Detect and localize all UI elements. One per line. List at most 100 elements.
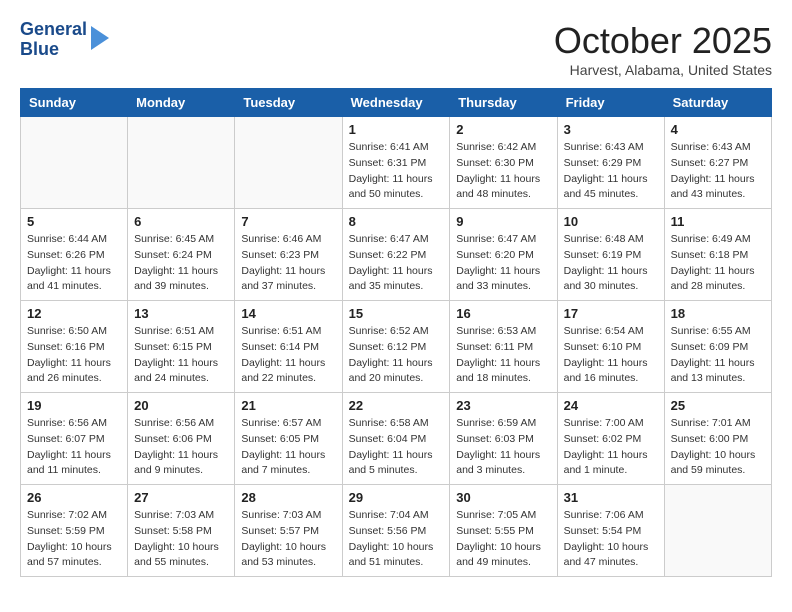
calendar-week-row: 1Sunrise: 6:41 AM Sunset: 6:31 PM Daylig… (21, 117, 772, 209)
day-number: 13 (134, 306, 228, 321)
calendar-empty-cell (21, 117, 128, 209)
calendar-empty-cell (128, 117, 235, 209)
calendar-day-22: 22Sunrise: 6:58 AM Sunset: 6:04 PM Dayli… (342, 393, 450, 485)
day-info: Sunrise: 6:50 AM Sunset: 6:16 PM Dayligh… (27, 324, 121, 387)
day-number: 25 (671, 398, 765, 413)
day-info: Sunrise: 6:47 AM Sunset: 6:22 PM Dayligh… (349, 232, 444, 295)
column-header-wednesday: Wednesday (342, 89, 450, 117)
calendar-day-25: 25 Sunrise: 7:01 AM Sunset: 6:00 PM Dayli… (664, 393, 771, 485)
calendar-empty-cell (664, 485, 771, 577)
calendar-day-15: 15Sunrise: 6:52 AM Sunset: 6:12 PM Dayli… (342, 301, 450, 393)
day-number: 28 (241, 490, 335, 505)
day-number: 23 (456, 398, 550, 413)
day-number: 15 (349, 306, 444, 321)
day-number: 11 (671, 214, 765, 229)
day-number: 6 (134, 214, 228, 229)
day-info: Sunrise: 6:54 AM Sunset: 6:10 PM Dayligh… (564, 324, 658, 387)
column-header-tuesday: Tuesday (235, 89, 342, 117)
day-info: Sunrise: 6:48 AM Sunset: 6:19 PM Dayligh… (564, 232, 658, 295)
day-info: Sunrise: 7:06 AM Sunset: 5:54 PM Dayligh… (564, 508, 658, 571)
day-info: Sunrise: 7:04 AM Sunset: 5:56 PM Dayligh… (349, 508, 444, 571)
day-info: Sunrise: 6:42 AM Sunset: 6:30 PM Dayligh… (456, 140, 550, 203)
calendar-day-19: 19 Sunrise: 6:56 AM Sunset: 6:07 PM Dayli… (21, 393, 128, 485)
calendar-day-6: 6Sunrise: 6:45 AM Sunset: 6:24 PM Daylig… (128, 209, 235, 301)
calendar-day-14: 14Sunrise: 6:51 AM Sunset: 6:14 PM Dayli… (235, 301, 342, 393)
logo-arrow-icon (91, 26, 109, 50)
day-number: 26 (27, 490, 121, 505)
calendar-day-2: 2 Sunrise: 6:42 AM Sunset: 6:30 PM Daylig… (450, 117, 557, 209)
logo: GeneralBlue (20, 20, 109, 60)
day-info: Sunrise: 6:56 AM Sunset: 6:07 PM Dayligh… (27, 416, 121, 479)
day-number: 29 (349, 490, 444, 505)
calendar-day-11: 11Sunrise: 6:49 AM Sunset: 6:18 PM Dayli… (664, 209, 771, 301)
day-number: 27 (134, 490, 228, 505)
day-info: Sunrise: 6:44 AM Sunset: 6:26 PM Dayligh… (27, 232, 121, 295)
day-info: Sunrise: 6:57 AM Sunset: 6:05 PM Dayligh… (241, 416, 335, 479)
calendar-day-30: 30 Sunrise: 7:05 AM Sunset: 5:55 PM Dayli… (450, 485, 557, 577)
calendar-day-16: 16 Sunrise: 6:53 AM Sunset: 6:11 PM Dayli… (450, 301, 557, 393)
calendar-day-1: 1Sunrise: 6:41 AM Sunset: 6:31 PM Daylig… (342, 117, 450, 209)
calendar-day-17: 17 Sunrise: 6:54 AM Sunset: 6:10 PM Dayli… (557, 301, 664, 393)
day-info: Sunrise: 6:47 AM Sunset: 6:20 PM Dayligh… (456, 232, 550, 295)
day-number: 17 (564, 306, 658, 321)
calendar-day-20: 20 Sunrise: 6:56 AM Sunset: 6:06 PM Dayli… (128, 393, 235, 485)
location-label: Harvest, Alabama, United States (554, 62, 772, 78)
day-info: Sunrise: 6:51 AM Sunset: 6:15 PM Dayligh… (134, 324, 228, 387)
calendar-week-row: 12Sunrise: 6:50 AM Sunset: 6:16 PM Dayli… (21, 301, 772, 393)
calendar-week-row: 19 Sunrise: 6:56 AM Sunset: 6:07 PM Dayli… (21, 393, 772, 485)
day-number: 24 (564, 398, 658, 413)
calendar-empty-cell (235, 117, 342, 209)
day-info: Sunrise: 6:51 AM Sunset: 6:14 PM Dayligh… (241, 324, 335, 387)
day-number: 7 (241, 214, 335, 229)
day-number: 20 (134, 398, 228, 413)
day-number: 4 (671, 122, 765, 137)
calendar-day-28: 28 Sunrise: 7:03 AM Sunset: 5:57 PM Dayli… (235, 485, 342, 577)
day-info: Sunrise: 7:01 AM Sunset: 6:00 PM Dayligh… (671, 416, 765, 479)
calendar-day-31: 31 Sunrise: 7:06 AM Sunset: 5:54 PM Dayli… (557, 485, 664, 577)
day-number: 30 (456, 490, 550, 505)
day-number: 5 (27, 214, 121, 229)
calendar-day-4: 4 Sunrise: 6:43 AM Sunset: 6:27 PM Daylig… (664, 117, 771, 209)
calendar-day-5: 5 Sunrise: 6:44 AM Sunset: 6:26 PM Daylig… (21, 209, 128, 301)
column-header-saturday: Saturday (664, 89, 771, 117)
day-number: 16 (456, 306, 550, 321)
day-number: 8 (349, 214, 444, 229)
day-info: Sunrise: 7:00 AM Sunset: 6:02 PM Dayligh… (564, 416, 658, 479)
day-info: Sunrise: 6:59 AM Sunset: 6:03 PM Dayligh… (456, 416, 550, 479)
calendar-day-27: 27Sunrise: 7:03 AM Sunset: 5:58 PM Dayli… (128, 485, 235, 577)
month-title: October 2025 (554, 20, 772, 62)
day-number: 9 (456, 214, 550, 229)
day-info: Sunrise: 7:05 AM Sunset: 5:55 PM Dayligh… (456, 508, 550, 571)
calendar-table: SundayMondayTuesdayWednesdayThursdayFrid… (20, 88, 772, 577)
calendar-day-23: 23 Sunrise: 6:59 AM Sunset: 6:03 PM Dayli… (450, 393, 557, 485)
calendar-day-26: 26Sunrise: 7:02 AM Sunset: 5:59 PM Dayli… (21, 485, 128, 577)
day-number: 19 (27, 398, 121, 413)
calendar-day-9: 9 Sunrise: 6:47 AM Sunset: 6:20 PM Daylig… (450, 209, 557, 301)
page-header: GeneralBlue October 2025 Harvest, Alabam… (20, 20, 772, 78)
calendar-week-row: 26Sunrise: 7:02 AM Sunset: 5:59 PM Dayli… (21, 485, 772, 577)
day-info: Sunrise: 7:03 AM Sunset: 5:57 PM Dayligh… (241, 508, 335, 571)
calendar-day-29: 29 Sunrise: 7:04 AM Sunset: 5:56 PM Dayli… (342, 485, 450, 577)
day-number: 18 (671, 306, 765, 321)
day-info: Sunrise: 6:43 AM Sunset: 6:29 PM Dayligh… (564, 140, 658, 203)
day-info: Sunrise: 6:41 AM Sunset: 6:31 PM Dayligh… (349, 140, 444, 203)
calendar-day-8: 8 Sunrise: 6:47 AM Sunset: 6:22 PM Daylig… (342, 209, 450, 301)
day-info: Sunrise: 6:46 AM Sunset: 6:23 PM Dayligh… (241, 232, 335, 295)
day-number: 22 (349, 398, 444, 413)
day-info: Sunrise: 6:56 AM Sunset: 6:06 PM Dayligh… (134, 416, 228, 479)
day-number: 10 (564, 214, 658, 229)
calendar-day-10: 10 Sunrise: 6:48 AM Sunset: 6:19 PM Dayli… (557, 209, 664, 301)
title-section: October 2025 Harvest, Alabama, United St… (554, 20, 772, 78)
logo-text: GeneralBlue (20, 20, 87, 60)
day-number: 21 (241, 398, 335, 413)
calendar-day-21: 21 Sunrise: 6:57 AM Sunset: 6:05 PM Dayli… (235, 393, 342, 485)
day-info: Sunrise: 6:53 AM Sunset: 6:11 PM Dayligh… (456, 324, 550, 387)
calendar-day-13: 13 Sunrise: 6:51 AM Sunset: 6:15 PM Dayli… (128, 301, 235, 393)
calendar-day-7: 7 Sunrise: 6:46 AM Sunset: 6:23 PM Daylig… (235, 209, 342, 301)
day-number: 31 (564, 490, 658, 505)
day-info: Sunrise: 6:43 AM Sunset: 6:27 PM Dayligh… (671, 140, 765, 203)
calendar-day-3: 3Sunrise: 6:43 AM Sunset: 6:29 PM Daylig… (557, 117, 664, 209)
day-info: Sunrise: 6:55 AM Sunset: 6:09 PM Dayligh… (671, 324, 765, 387)
day-number: 2 (456, 122, 550, 137)
column-header-friday: Friday (557, 89, 664, 117)
